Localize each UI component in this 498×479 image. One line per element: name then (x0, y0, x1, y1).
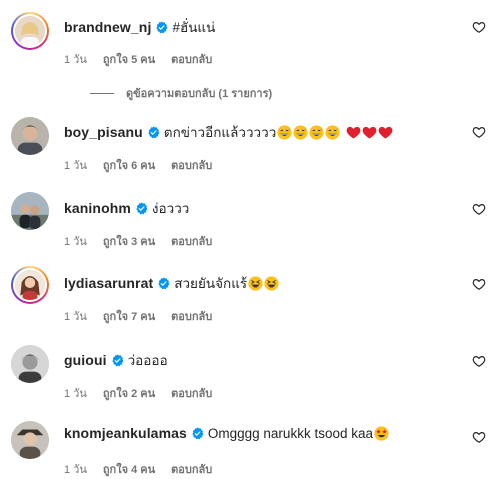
comment-time[interactable]: 1 วัน (64, 384, 87, 402)
grin-sweat-emoji-icon (325, 124, 340, 140)
squint-laugh-emoji-icon (264, 275, 279, 291)
like-heart-icon[interactable] (472, 277, 486, 291)
comment-username[interactable]: knomjeankulamas (64, 425, 187, 441)
grin-sweat-emoji-icon (277, 124, 292, 140)
comment-username[interactable]: guioui (64, 352, 107, 368)
comment-emojis (248, 275, 280, 291)
view-replies-label: ดูข้อความตอบกลับ (1 รายการ) (126, 88, 273, 100)
comment-text: ตกข่าวอีกแล้ววววว (163, 125, 277, 140)
verified-badge-icon (191, 426, 204, 440)
avatar-guioui[interactable] (11, 345, 49, 383)
comment-text: ว่ออออ (127, 353, 168, 368)
comment-time[interactable]: 1 วัน (64, 156, 87, 174)
squint-laugh-emoji-icon (248, 275, 263, 291)
red-heart-emoji-icon (362, 125, 377, 140)
verified-badge-icon (157, 276, 170, 290)
comment-likes[interactable]: ถูกใจ 3 คน (103, 232, 155, 250)
comment-text: สวยยันจักแร้ (174, 276, 248, 291)
comment-time[interactable]: 1 วัน (64, 460, 87, 478)
view-replies-dash (90, 92, 114, 94)
comment-username[interactable]: kaninohm (64, 200, 131, 216)
like-heart-icon[interactable] (472, 125, 486, 139)
reply-button[interactable]: ตอบกลับ (171, 307, 212, 325)
like-heart-icon[interactable] (472, 20, 486, 34)
comment-emojis (277, 124, 394, 140)
like-heart-icon[interactable] (472, 202, 486, 216)
comment-text: ง่อววว (151, 201, 190, 216)
avatar-lydiasarunrat[interactable] (11, 266, 49, 304)
comment-username[interactable]: lydiasarunrat (64, 275, 153, 291)
comment-likes[interactable]: ถูกใจ 2 คน (103, 384, 155, 402)
verified-badge-icon (111, 353, 124, 367)
comment-time[interactable]: 1 วัน (64, 307, 87, 325)
verified-badge-icon (155, 20, 168, 34)
like-heart-icon[interactable] (472, 354, 486, 368)
comment-likes[interactable]: ถูกใจ 7 คน (103, 307, 155, 325)
grin-sweat-emoji-icon (309, 124, 324, 140)
comment-emojis (374, 425, 390, 441)
view-replies-button[interactable]: ดูข้อความตอบกลับ (1 รายการ) (90, 84, 272, 102)
red-heart-emoji-icon (346, 125, 361, 140)
comment-likes[interactable]: ถูกใจ 4 คน (103, 460, 155, 478)
star-struck-emoji-icon (374, 425, 389, 441)
reply-button[interactable]: ตอบกลับ (171, 460, 212, 478)
comment-time[interactable]: 1 วัน (64, 232, 87, 250)
reply-button[interactable]: ตอบกลับ (171, 232, 212, 250)
grin-sweat-emoji-icon (293, 124, 308, 140)
verified-badge-icon (147, 125, 160, 139)
avatar-brandnew_nj[interactable] (11, 12, 49, 50)
reply-button[interactable]: ตอบกลับ (171, 384, 212, 402)
comment-time[interactable]: 1 วัน (64, 50, 87, 68)
verified-badge-icon (135, 201, 148, 215)
comment-likes[interactable]: ถูกใจ 5 คน (103, 50, 155, 68)
avatar-boy_pisanu[interactable] (11, 117, 49, 155)
avatar-kaninohm[interactable] (11, 192, 49, 230)
comment-likes[interactable]: ถูกใจ 6 คน (103, 156, 155, 174)
comment-text: Omgggg narukkk tsood kaa (207, 425, 373, 441)
red-heart-emoji-icon (378, 125, 393, 140)
comment-text: #ฮั่นแน่ (172, 20, 216, 35)
like-heart-icon[interactable] (472, 430, 486, 444)
avatar-knomjeankulamas[interactable] (11, 421, 49, 459)
comment-username[interactable]: brandnew_nj (64, 19, 151, 35)
reply-button[interactable]: ตอบกลับ (171, 156, 212, 174)
comment-username[interactable]: boy_pisanu (64, 124, 143, 140)
reply-button[interactable]: ตอบกลับ (171, 50, 212, 68)
